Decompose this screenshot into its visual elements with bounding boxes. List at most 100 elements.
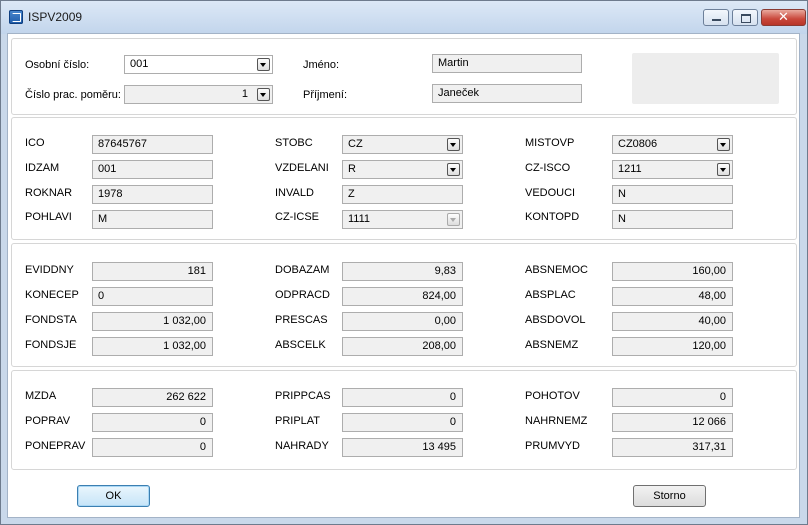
window-title: ISPV2009 [28, 10, 83, 24]
dropdown-arrow-icon [447, 213, 460, 226]
prescas-field[interactable]: 0,00 [342, 312, 463, 331]
dropdown-arrow-icon[interactable] [717, 163, 730, 176]
cislo-pp-value: 1 [241, 88, 248, 100]
absnemoc-label: ABSNEMOC [525, 264, 588, 276]
dropdown-arrow-icon[interactable] [447, 163, 460, 176]
fondsje-label: FONDSJE [25, 339, 77, 351]
stobc-select[interactable]: CZ [342, 135, 463, 154]
poneprav-field[interactable]: 0 [92, 438, 213, 457]
stobc-label: STOBC [275, 137, 313, 149]
jmeno-label: Jméno: [303, 59, 340, 71]
prippcas-label: PRIPPCAS [275, 390, 331, 402]
absplac-label: ABSPLAC [525, 289, 576, 301]
title-bar[interactable]: ISPV2009 ✕ [1, 1, 807, 34]
czisco-label: CZ-ISCO [525, 162, 571, 174]
abscelk-field[interactable]: 208,00 [342, 337, 463, 356]
minimize-icon [712, 19, 721, 21]
absplac-field[interactable]: 48,00 [612, 287, 733, 306]
osobni-cislo-label: Osobní číslo: [25, 59, 90, 71]
cislo-pp-select[interactable]: 1 [124, 85, 273, 104]
absnemz-field[interactable]: 120,00 [612, 337, 733, 356]
absdovol-label: ABSDOVOL [525, 314, 586, 326]
nahrady-field[interactable]: 13 495 [342, 438, 463, 457]
priplat-field[interactable]: 0 [342, 413, 463, 432]
vedouci-field[interactable]: N [612, 185, 733, 204]
roknar-field[interactable]: 1978 [92, 185, 213, 204]
evidny-label: EVIDDNY [25, 264, 74, 276]
priplat-label: PRIPLAT [275, 415, 321, 427]
odpracd-field[interactable]: 824,00 [342, 287, 463, 306]
dropdown-arrow-icon[interactable] [257, 58, 270, 71]
dropdown-arrow-icon[interactable] [447, 138, 460, 151]
odpracd-label: ODPRACD [275, 289, 331, 301]
prijmeni-label: Příjmení: [303, 89, 348, 101]
absdovol-field[interactable]: 40,00 [612, 312, 733, 331]
fondsta-label: FONDSTA [25, 314, 77, 326]
ico-field[interactable]: 87645767 [92, 135, 213, 154]
mistovp-select[interactable]: CZ0806 [612, 135, 733, 154]
osobni-cislo-select[interactable]: 001 [124, 55, 273, 74]
roknar-label: ROKNAR [25, 187, 73, 199]
vzdelani-label: VZDELANI [275, 162, 329, 174]
minimize-button[interactable] [703, 9, 729, 26]
poprav-label: POPRAV [25, 415, 71, 427]
vedouci-label: VEDOUCI [525, 187, 576, 199]
pohlavi-label: POHLAVI [25, 211, 72, 223]
pohotov-label: POHOTOV [525, 390, 580, 402]
dropdown-arrow-icon[interactable] [717, 138, 730, 151]
kontopd-label: KONTOPD [525, 211, 580, 223]
close-icon: ✕ [778, 10, 789, 25]
close-button[interactable]: ✕ [761, 9, 806, 26]
czicse-select[interactable]: 1111 [342, 210, 463, 229]
app-icon [9, 10, 23, 24]
pohotov-field[interactable]: 0 [612, 388, 733, 407]
prijmeni-field[interactable]: Janeček [432, 84, 582, 103]
prippcas-field[interactable]: 0 [342, 388, 463, 407]
pohlavi-field[interactable]: M [92, 210, 213, 229]
idzam-field[interactable]: 001 [92, 160, 213, 179]
idzam-label: IDZAM [25, 162, 60, 174]
czisco-value: 1211 [618, 163, 642, 175]
mzda-label: MZDA [25, 390, 57, 402]
ok-button[interactable]: OK [77, 485, 150, 507]
fondsta-field[interactable]: 1 032,00 [92, 312, 213, 331]
storno-button[interactable]: Storno [633, 485, 706, 507]
prescas-label: PRESCAS [275, 314, 328, 326]
maximize-button[interactable] [732, 9, 758, 26]
poprav-field[interactable]: 0 [92, 413, 213, 432]
mzda-field[interactable]: 262 622 [92, 388, 213, 407]
dobazam-field[interactable]: 9,83 [342, 262, 463, 281]
konecep-field[interactable]: 0 [92, 287, 213, 306]
nahrnemz-label: NAHRNEMZ [525, 415, 588, 427]
osobni-cislo-value: 001 [130, 58, 149, 70]
dropdown-arrow-icon[interactable] [257, 88, 270, 101]
ico-label: ICO [25, 137, 45, 149]
fondsje-field[interactable]: 1 032,00 [92, 337, 213, 356]
cislo-pp-label: Číslo prac. poměru: [25, 89, 121, 101]
dobazam-label: DOBAZAM [275, 264, 330, 276]
nahrady-label: NAHRADY [275, 440, 329, 452]
czicse-label: CZ-ICSE [275, 211, 319, 223]
mistovp-label: MISTOVP [525, 137, 575, 149]
abscelk-label: ABSCELK [275, 339, 326, 351]
invald-field[interactable]: Z [342, 185, 463, 204]
nahrnemz-field[interactable]: 12 066 [612, 413, 733, 432]
photo-placeholder [632, 53, 779, 104]
evidny-field[interactable]: 181 [92, 262, 213, 281]
poneprav-label: PONEPRAV [25, 440, 86, 452]
vzdelani-value: R [348, 163, 356, 175]
czisco-select[interactable]: 1211 [612, 160, 733, 179]
kontopd-field[interactable]: N [612, 210, 733, 229]
invald-label: INVALD [275, 187, 314, 199]
mistovp-value: CZ0806 [618, 138, 658, 150]
vzdelani-select[interactable]: R [342, 160, 463, 179]
czicse-value: 1111 [348, 213, 371, 225]
prumvyd-field[interactable]: 317,31 [612, 438, 733, 457]
jmeno-field[interactable]: Martin [432, 54, 582, 73]
stobc-value: CZ [348, 138, 363, 150]
maximize-icon [741, 14, 751, 23]
konecep-label: KONECEP [25, 289, 79, 301]
absnemoc-field[interactable]: 160,00 [612, 262, 733, 281]
prumvyd-label: PRUMVYD [525, 440, 581, 452]
absnemz-label: ABSNEMZ [525, 339, 579, 351]
